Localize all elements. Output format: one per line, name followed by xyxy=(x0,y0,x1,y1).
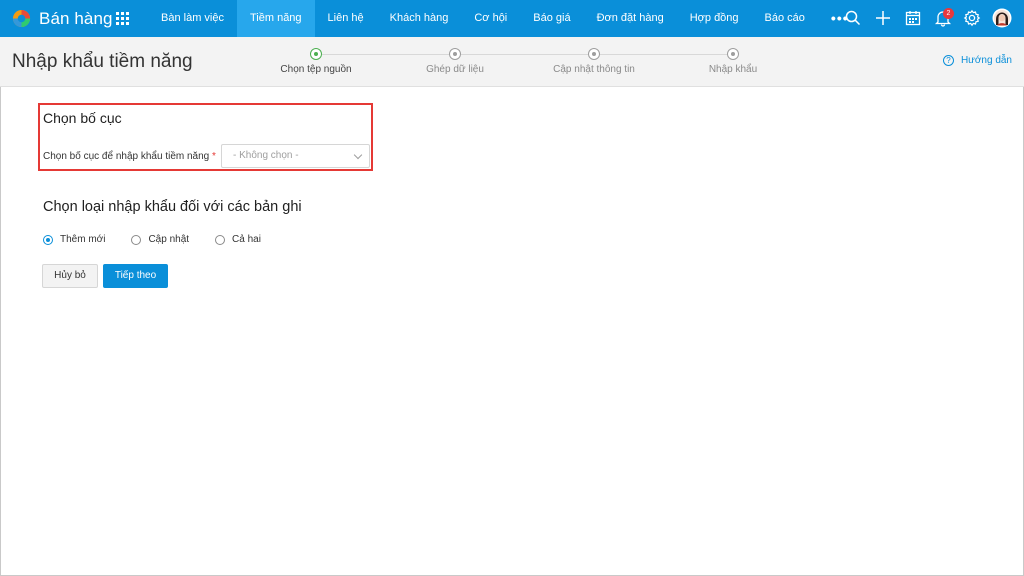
layout-section-title: Chọn bố cục xyxy=(43,110,122,126)
step-dot-nhap-khau xyxy=(727,48,739,60)
main-nav: Bàn làm việc Tiềm năng Liên hệ Khách hàn… xyxy=(148,0,862,37)
app-title[interactable]: Bán hàng xyxy=(39,9,113,29)
page-title: Nhập khẩu tiềm năng xyxy=(12,51,193,72)
required-mark: * xyxy=(212,151,216,162)
question-circle-icon: ? xyxy=(942,55,954,66)
layout-field-label-text: Chọn bố cục để nhập khẩu tiềm năng xyxy=(43,151,210,162)
next-button[interactable]: Tiếp theo xyxy=(103,264,168,288)
stepper-connector xyxy=(461,54,589,55)
radio-indicator[interactable] xyxy=(215,234,226,245)
radio-indicator[interactable] xyxy=(131,234,142,245)
radio-label: Thêm mới xyxy=(60,234,106,245)
nav-item-khach-hang[interactable]: Khách hàng xyxy=(377,0,462,37)
step-label-ghep-du-lieu: Ghép dữ liệu xyxy=(426,64,484,75)
stepper-connector xyxy=(600,54,728,55)
app-grid-icon[interactable] xyxy=(116,12,129,25)
layout-select-value: - Không chọn - xyxy=(233,150,299,161)
radio-indicator[interactable] xyxy=(43,234,53,245)
step-label-nhap-khau: Nhập khẩu xyxy=(708,64,758,75)
import-type-radio-group: Thêm mới Cập nhật Cả hai xyxy=(43,234,287,245)
nav-item-ban-lam-viec[interactable]: Bàn làm việc xyxy=(148,0,237,37)
radio-cap-nhat[interactable]: Cập nhật xyxy=(131,234,189,245)
avatar[interactable] xyxy=(992,8,1012,28)
top-navigation-bar: Bán hàng Bàn làm việc Tiềm năng Liên hệ … xyxy=(0,0,1024,37)
search-icon[interactable] xyxy=(844,9,862,27)
layout-field-label: Chọn bố cục để nhập khẩu tiềm năng * xyxy=(43,151,216,162)
chevron-down-icon xyxy=(353,150,363,160)
radio-label: Cập nhật xyxy=(148,234,190,245)
import-type-title: Chọn loại nhập khẩu đối với các bản ghi xyxy=(43,199,302,215)
nav-item-bao-gia[interactable]: Báo giá xyxy=(520,0,583,37)
step-dot-chon-tep-nguon xyxy=(310,48,322,60)
nav-item-hop-dong[interactable]: Hợp đồng xyxy=(677,0,752,37)
step-dot-cap-nhat-thong-tin xyxy=(588,48,600,60)
help-label: Hướng dẫn xyxy=(960,55,1012,66)
stepper-connector xyxy=(322,54,450,55)
radio-ca-hai[interactable]: Cả hai xyxy=(215,234,261,245)
calendar-icon[interactable] xyxy=(904,9,922,27)
help-link[interactable]: ? Hướng dẫn xyxy=(942,55,1012,66)
step-label-cap-nhat-thong-tin: Cập nhật thông tin xyxy=(553,64,635,75)
nav-item-tiem-nang[interactable]: Tiềm năng xyxy=(236,0,315,37)
radio-them-moi[interactable]: Thêm mới xyxy=(43,234,105,245)
step-dot-ghep-du-lieu xyxy=(449,48,461,60)
nav-item-co-hoi[interactable]: Cơ hội xyxy=(461,0,520,37)
layout-select[interactable]: - Không chọn - xyxy=(221,144,370,168)
page-header: Nhập khẩu tiềm năng Chọn tệp nguồn Ghép … xyxy=(0,37,1024,87)
plus-icon[interactable] xyxy=(874,9,892,27)
step-label-chon-tep-nguon: Chọn tệp nguồn xyxy=(280,64,352,75)
radio-label: Cả hai xyxy=(232,234,261,245)
gear-icon[interactable] xyxy=(963,9,981,27)
notification-badge: 2 xyxy=(943,8,954,19)
nav-item-bao-cao[interactable]: Báo cáo xyxy=(752,0,818,37)
app-logo-icon xyxy=(12,9,31,28)
nav-item-lien-he[interactable]: Liên hệ xyxy=(315,0,377,37)
nav-item-don-dat-hang[interactable]: Đơn đặt hàng xyxy=(584,0,677,37)
cancel-button[interactable]: Hủy bỏ xyxy=(42,264,98,288)
